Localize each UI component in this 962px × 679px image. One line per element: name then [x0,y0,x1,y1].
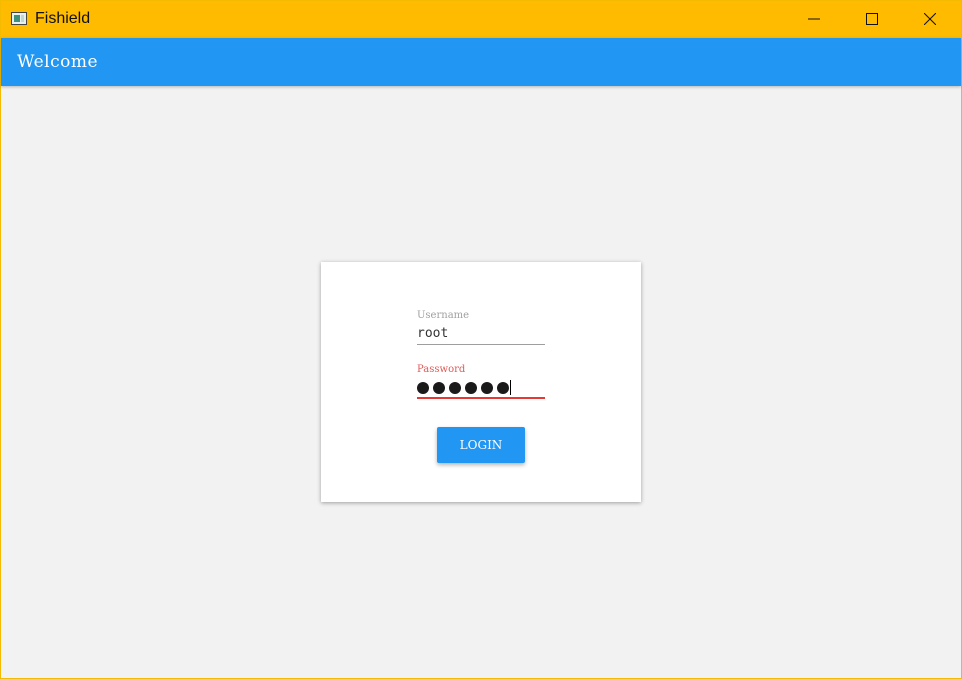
password-dot [481,381,493,394]
username-field[interactable]: Username root [417,310,545,345]
window-title: Fishield [35,10,91,27]
username-label: Username [417,310,470,321]
maximize-button[interactable] [843,1,901,38]
close-icon [924,13,936,25]
app-bar-title: Welcome [17,52,99,72]
minimize-button[interactable] [785,1,843,38]
password-dot [417,381,429,394]
text-caret [510,380,511,395]
app-icon [11,12,27,25]
password-dot [433,381,445,394]
password-field[interactable]: Password [417,364,545,399]
password-input[interactable] [417,378,545,399]
minimize-icon [808,18,820,20]
password-dot [449,381,461,394]
username-input[interactable]: root [417,324,545,345]
password-dot [465,381,477,394]
maximize-icon [866,13,878,25]
close-button[interactable] [901,1,959,38]
password-mask [417,378,513,398]
password-dot [497,381,509,394]
login-card: Username root Password LOGIN [321,262,641,502]
password-label: Password [417,364,466,375]
application-window: Fishield Welcome Username root Password [0,0,962,679]
login-button[interactable]: LOGIN [437,427,525,463]
app-bar: Welcome [1,38,961,86]
title-bar[interactable]: Fishield [1,1,961,38]
